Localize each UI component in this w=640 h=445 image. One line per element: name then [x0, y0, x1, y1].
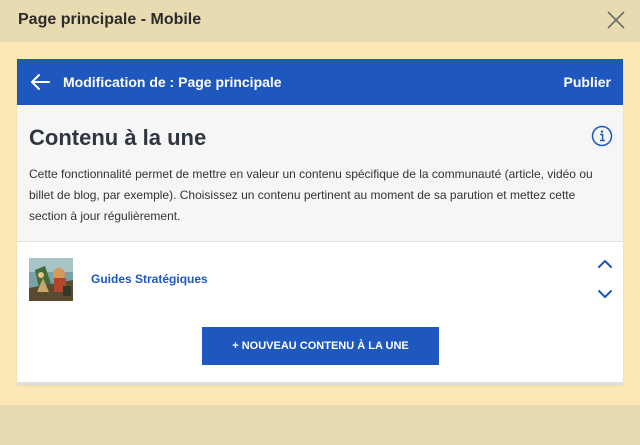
game-artwork-thumbnail — [29, 258, 73, 301]
chevron-up-icon — [598, 260, 612, 268]
chevron-down-icon — [598, 290, 612, 298]
add-featured-content-button[interactable]: + NOUVEAU CONTENU À LA UNE — [202, 327, 439, 365]
section-description: Cette fonctionnalité permet de mettre en… — [29, 167, 593, 223]
featured-item-link[interactable]: Guides Stratégiques — [91, 272, 208, 286]
back-button[interactable] — [29, 72, 51, 92]
info-icon — [591, 125, 613, 147]
window-footer — [0, 405, 640, 445]
editor-topbar: Modification de : Page principale Publie… — [17, 59, 623, 105]
featured-section-header: Contenu à la une Cette fonctionnalité pe… — [17, 105, 623, 242]
editor-panel: Modification de : Page principale Publie… — [17, 59, 623, 385]
item-thumbnail — [29, 258, 73, 301]
close-icon — [607, 11, 625, 29]
window-header: Page principale - Mobile — [0, 0, 640, 42]
panel-bottom-border — [17, 382, 623, 385]
info-button[interactable] — [591, 125, 613, 147]
move-down-button[interactable] — [597, 287, 613, 299]
editor-title: Modification de : Page principale — [63, 74, 282, 90]
close-button[interactable] — [604, 8, 628, 32]
window-title: Page principale - Mobile — [18, 11, 202, 28]
featured-item-row: Guides Stratégiques — [17, 242, 623, 312]
back-arrow-icon — [31, 74, 50, 90]
move-up-button[interactable] — [597, 257, 613, 269]
publish-button[interactable]: Publier — [564, 74, 611, 90]
section-title: Contenu à la une — [29, 125, 207, 150]
